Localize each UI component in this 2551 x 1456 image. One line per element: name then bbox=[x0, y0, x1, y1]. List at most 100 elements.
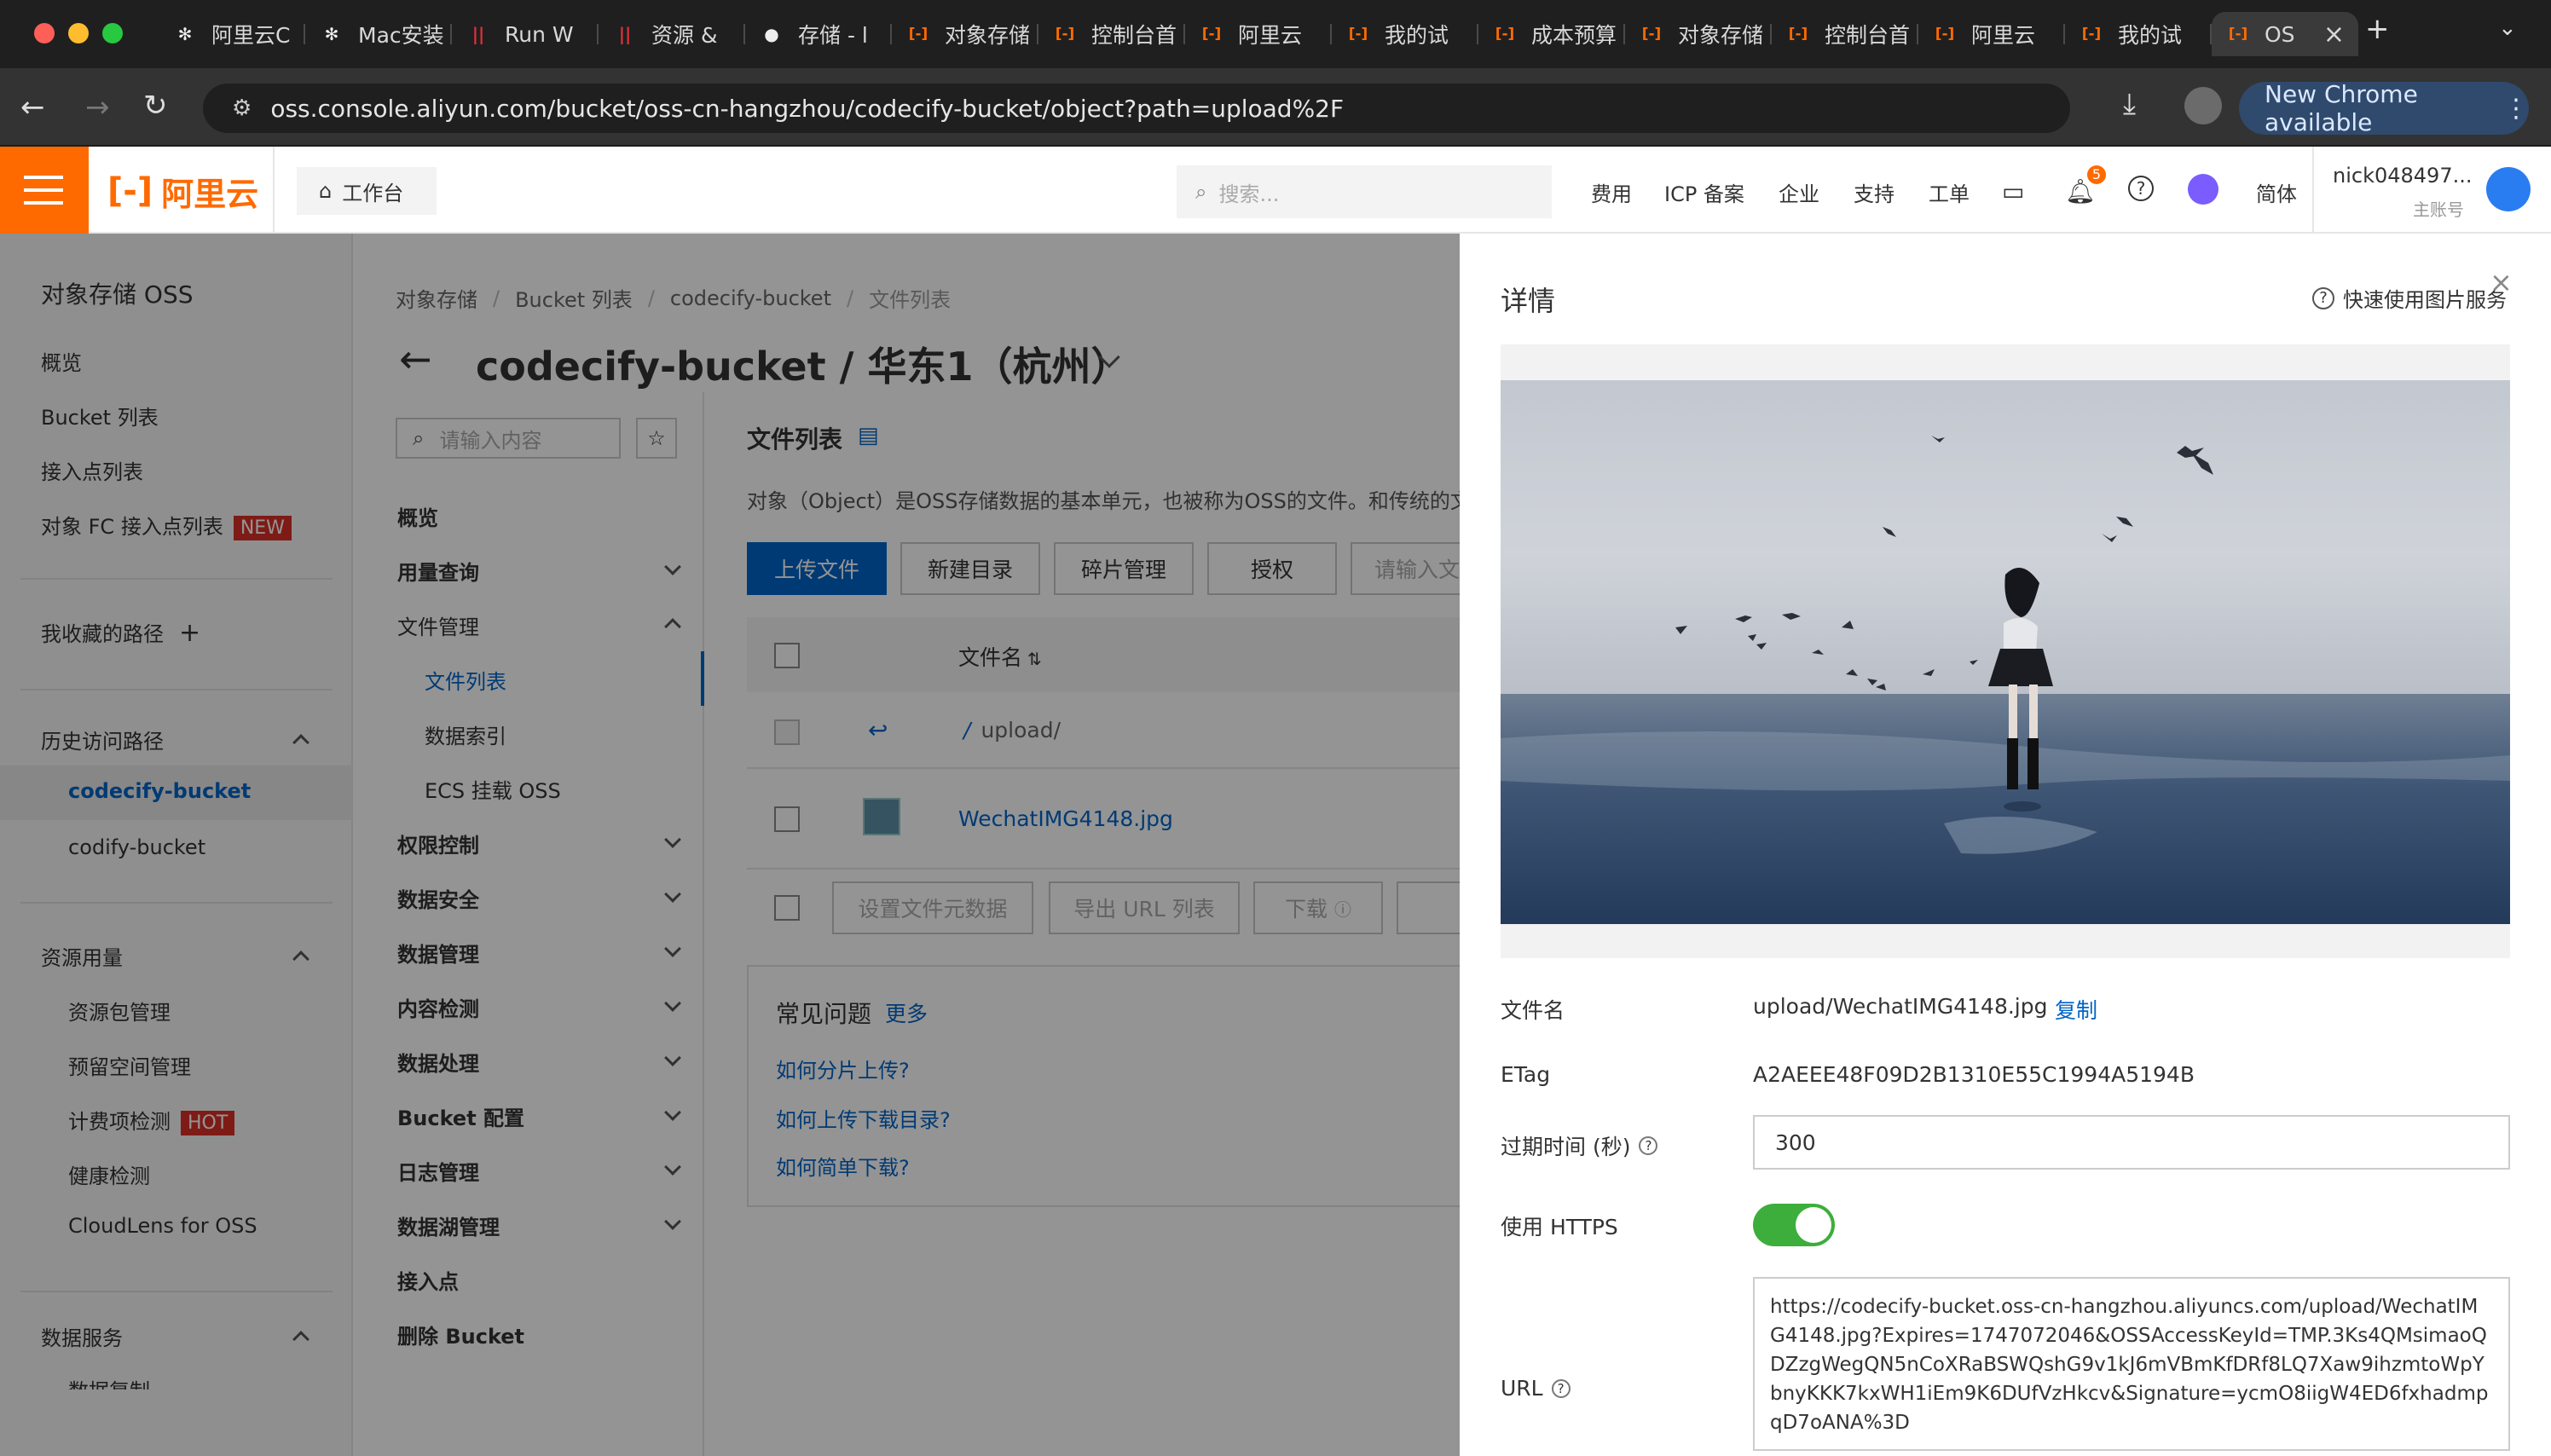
tab-title: 我的试 bbox=[2118, 23, 2183, 48]
minimize-window-dot[interactable] bbox=[68, 23, 89, 43]
browser-tab[interactable]: [-] 对象存储 bbox=[1625, 12, 1772, 56]
aliyun-logo-icon: [-] bbox=[107, 171, 153, 211]
aliyun-icon: [-] bbox=[1641, 26, 1662, 43]
https-label: 使用 HTTPS bbox=[1501, 1215, 1618, 1239]
tab-title: 阿里云 bbox=[1238, 23, 1303, 48]
console-search-input[interactable]: ⌕ 搜索... bbox=[1177, 165, 1552, 218]
browser-tab[interactable]: [-] 控制台首 bbox=[1038, 12, 1185, 56]
kebab-menu-icon[interactable]: ⋮ bbox=[2503, 94, 2529, 124]
browser-tab[interactable]: [-] 我的试 bbox=[2065, 12, 2212, 56]
notification-count-badge: 5 bbox=[2087, 165, 2106, 184]
user-name[interactable]: nick048497... bbox=[2333, 164, 2472, 188]
new-tab-plus-icon[interactable]: + bbox=[2365, 12, 2390, 46]
apple-icon: ● bbox=[764, 24, 779, 44]
expire-label: 过期时间 (秒)? bbox=[1501, 1130, 1658, 1161]
omnibox[interactable]: ⚙ oss.console.aliyun.com/bucket/oss-cn-h… bbox=[203, 84, 2070, 133]
tab-title: 对象存储 bbox=[1678, 23, 1764, 48]
close-window-dot[interactable] bbox=[34, 23, 55, 43]
openai-icon: ✻ bbox=[177, 24, 193, 44]
browser-tab[interactable]: ✻ 阿里云C bbox=[159, 12, 305, 56]
tab-title: 对象存储 bbox=[945, 23, 1031, 48]
nav-billing[interactable]: 费用 bbox=[1591, 177, 1632, 207]
tab-title: 阿里云 bbox=[1971, 23, 2036, 48]
help-icon: ? bbox=[1551, 1378, 1571, 1398]
new-chrome-button[interactable]: New Chrome available ⋮ bbox=[2239, 80, 2529, 136]
downloads-icon[interactable]: ⤓ bbox=[2123, 87, 2136, 121]
tab-search-chevron-icon[interactable]: ⌄ bbox=[2498, 15, 2517, 41]
search-placeholder: 搜索... bbox=[1218, 182, 1280, 206]
maximize-window-dot[interactable] bbox=[102, 23, 123, 43]
ai-assistant-icon[interactable] bbox=[2188, 174, 2218, 205]
tab-title: 成本预算 bbox=[1531, 23, 1617, 48]
close-icon[interactable]: × bbox=[2490, 266, 2513, 298]
nav-icp[interactable]: ICP 备案 bbox=[1664, 177, 1744, 207]
reload-icon[interactable]: ↻ bbox=[143, 89, 168, 123]
etag-value: A2AEEE48F09D2B1310E55C1994A5194B bbox=[1753, 1062, 2195, 1087]
browser-tab[interactable]: [-] 成本预算 bbox=[1478, 12, 1625, 56]
search-icon: ⌕ bbox=[1195, 180, 1207, 204]
aliyun-icon: [-] bbox=[1495, 26, 1515, 43]
tab-title: 控制台首 bbox=[1091, 23, 1177, 48]
browser-tab[interactable]: [-] 阿里云 bbox=[1185, 12, 1332, 56]
aliyun-icon: [-] bbox=[2081, 26, 2102, 43]
image-service-help-link[interactable]: ? 快速使用图片服务 bbox=[2312, 283, 2507, 313]
site-info-icon[interactable]: ⚙ bbox=[232, 95, 252, 121]
close-tab-icon[interactable]: × bbox=[2323, 20, 2345, 49]
workbench-label: 工作台 bbox=[342, 181, 404, 205]
aliyun-icon: [-] bbox=[1935, 26, 1955, 43]
nav-support[interactable]: 支持 bbox=[1854, 177, 1894, 207]
nav-enterprise[interactable]: 企业 bbox=[1779, 177, 1819, 207]
help-icon: ? bbox=[1639, 1136, 1658, 1155]
tab-title: 存储 - l bbox=[798, 23, 868, 48]
url-text: oss.console.aliyun.com/bucket/oss-cn-han… bbox=[270, 94, 1345, 123]
browser-tab[interactable]: [-] OS × bbox=[2212, 12, 2358, 56]
user-avatar[interactable] bbox=[2486, 167, 2531, 211]
bars-icon: || bbox=[618, 24, 632, 44]
browser-tab-strip: ✻ 阿里云C ✻ Mac安装 || Run W || 资源 & ● 存储 - l [-] 对象存储 [-… bbox=[0, 0, 2551, 68]
drawer-title: 详情 bbox=[1501, 285, 1556, 317]
filename-label: 文件名 bbox=[1501, 998, 1565, 1023]
aliyun-logo[interactable]: [-] 阿里云 bbox=[107, 170, 258, 213]
user-role: 主账号 bbox=[2413, 199, 2464, 220]
toggle-knob bbox=[1796, 1207, 1831, 1243]
browser-tab[interactable]: [-] 阿里云 bbox=[1918, 12, 2065, 56]
help-icon: ? bbox=[2312, 286, 2334, 309]
tab-title: 阿里云C bbox=[211, 23, 291, 48]
filename-value: upload/WechatIMG4148.jpg bbox=[1753, 994, 2048, 1019]
browser-tab[interactable]: || Run W bbox=[452, 12, 599, 56]
modal-mask[interactable] bbox=[0, 234, 1460, 1456]
image-preview[interactable] bbox=[1501, 380, 2510, 924]
openai-icon: ✻ bbox=[324, 24, 339, 44]
browser-tab[interactable]: [-] 对象存储 bbox=[892, 12, 1038, 56]
expire-input[interactable]: 300 bbox=[1753, 1115, 2510, 1170]
aliyun-icon: [-] bbox=[908, 26, 928, 43]
browser-tab[interactable]: ✻ Mac安装 bbox=[305, 12, 452, 56]
aliyun-icon: [-] bbox=[1348, 26, 1368, 43]
aliyun-icon: [-] bbox=[1788, 26, 1808, 43]
aliyun-icon: [-] bbox=[2228, 26, 2248, 43]
copy-link[interactable]: 复制 bbox=[2055, 994, 2097, 1025]
signed-url-textarea[interactable]: https://codecify-bucket.oss-cn-hangzhou.… bbox=[1753, 1277, 2510, 1451]
back-arrow-icon[interactable]: ← bbox=[20, 90, 45, 124]
browser-tab[interactable]: [-] 控制台首 bbox=[1772, 12, 1918, 56]
forward-arrow-icon[interactable]: → bbox=[85, 90, 110, 124]
workbench-button[interactable]: ⌂ 工作台 bbox=[297, 167, 437, 215]
terminal-icon[interactable]: ▭ bbox=[2002, 177, 2024, 205]
menu-hamburger-icon[interactable] bbox=[0, 147, 89, 234]
logo-text: 阿里云 bbox=[161, 175, 259, 213]
browser-tab[interactable]: ● 存储 - l bbox=[745, 12, 892, 56]
tab-title: Mac安装 bbox=[358, 23, 444, 48]
profile-avatar[interactable] bbox=[2184, 87, 2222, 124]
aliyun-icon: [-] bbox=[1201, 26, 1222, 43]
tab-title: Run W bbox=[505, 21, 574, 47]
nav-ticket[interactable]: 工单 bbox=[1929, 177, 1970, 207]
help-icon[interactable]: ? bbox=[2128, 176, 2154, 201]
etag-label: ETag bbox=[1501, 1062, 1551, 1087]
language-switch[interactable]: 简体 bbox=[2256, 177, 2297, 207]
tab-title: OS bbox=[2265, 21, 2295, 47]
browser-tab[interactable]: || 资源 & bbox=[599, 12, 745, 56]
browser-tab[interactable]: [-] 我的试 bbox=[1332, 12, 1478, 56]
url-label: URL? bbox=[1501, 1376, 1571, 1401]
https-toggle[interactable] bbox=[1753, 1204, 1835, 1246]
tab-title: 控制台首 bbox=[1825, 23, 1911, 48]
